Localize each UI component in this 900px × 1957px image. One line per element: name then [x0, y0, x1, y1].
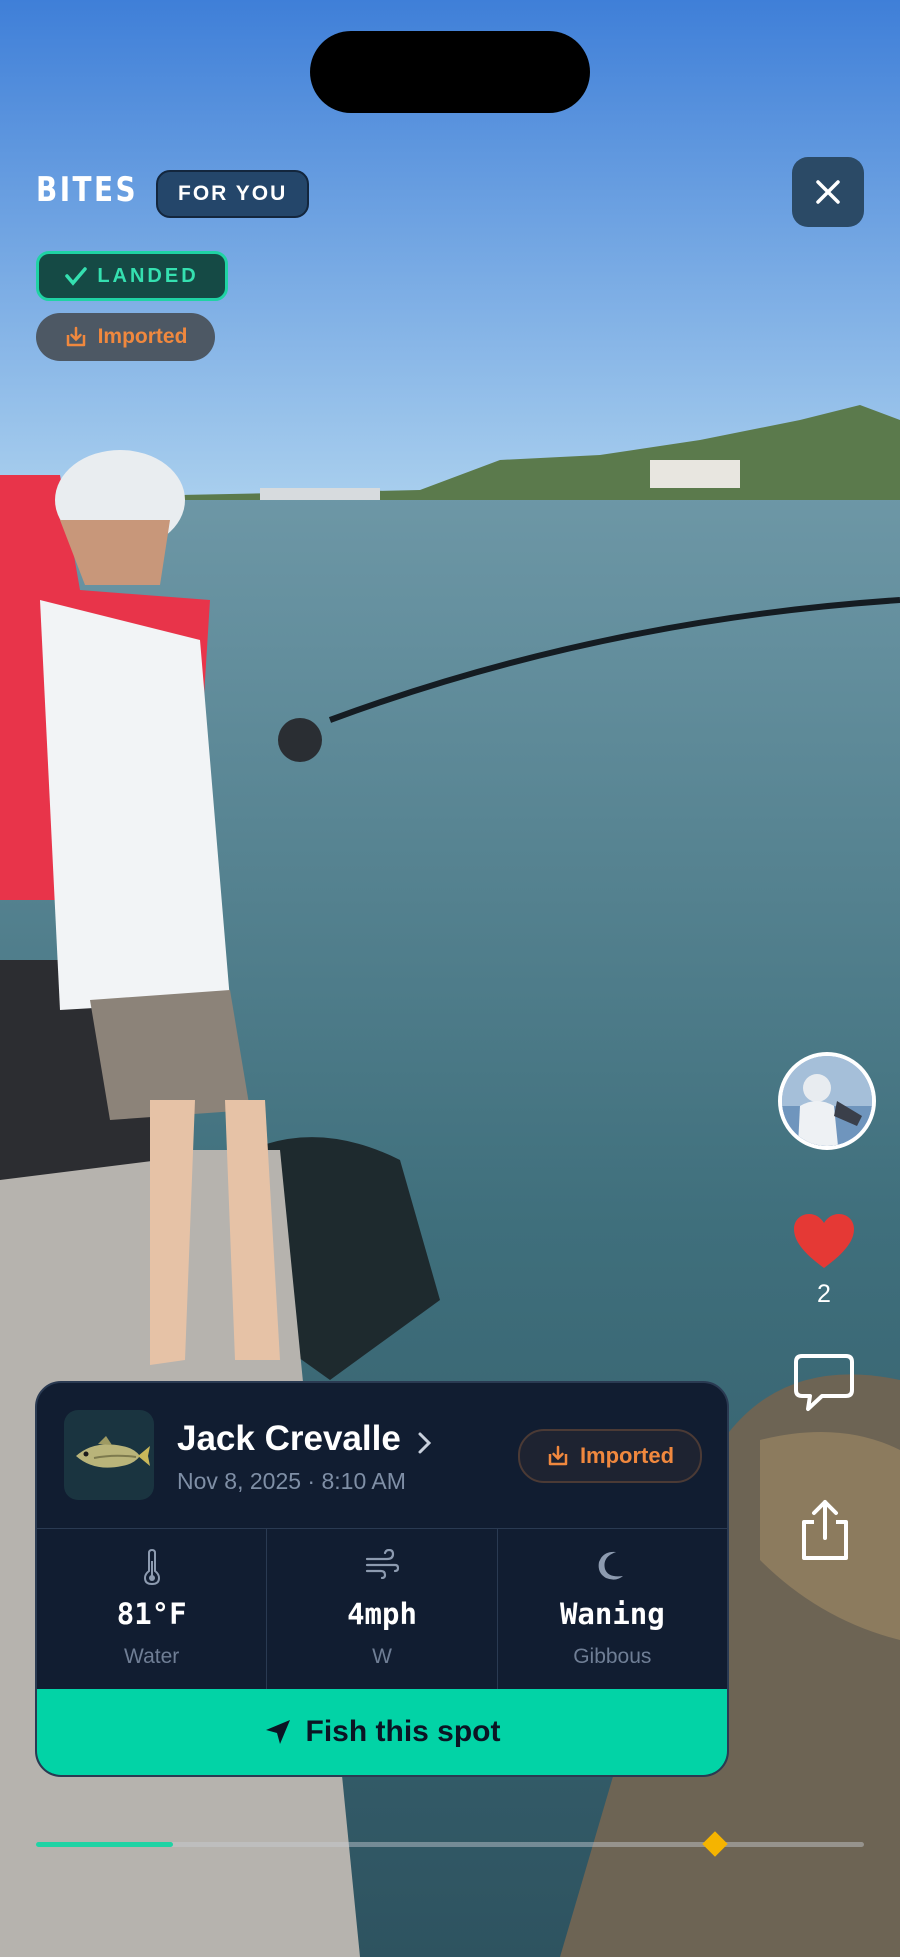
moon-icon: [598, 1551, 624, 1580]
landed-label: LANDED: [97, 264, 199, 287]
water-temp-value: 81°F: [116, 1597, 187, 1631]
comment-icon[interactable]: [792, 1352, 856, 1414]
close-icon: [816, 180, 840, 204]
camera-notch: [310, 31, 590, 113]
video-progress-fill: [36, 1842, 173, 1847]
moon-phase-value: Waning: [559, 1597, 665, 1631]
feed-tab-for-you[interactable]: FOR YOU: [156, 170, 310, 218]
checkmark-icon: [65, 267, 88, 286]
avatar-photo: [782, 1056, 872, 1146]
import-icon: [548, 1445, 568, 1466]
conditions-stats: 81°F Water 4mph W Waning Gibbous: [37, 1529, 727, 1689]
fish-this-spot-label: Fish this spot: [305, 1715, 501, 1748]
water-temp-label: Water: [124, 1645, 180, 1668]
catch-imported-badge: Imported: [518, 1429, 702, 1483]
like-count: 2: [817, 1280, 831, 1308]
heart-icon[interactable]: [792, 1212, 856, 1272]
share-icon[interactable]: [796, 1498, 854, 1562]
catch-datetime: Nov 8, 2025 · 8:10 AM: [177, 1468, 406, 1494]
video-progress-bar[interactable]: [36, 1842, 864, 1847]
fish-icon: [76, 1436, 150, 1468]
wind-icon: [365, 1549, 399, 1579]
wind-stat: 4mph W: [266, 1529, 496, 1689]
species-thumbnail: [64, 1410, 154, 1500]
import-icon: [66, 326, 85, 347]
thermometer-icon: [143, 1549, 160, 1585]
fish-this-spot-button[interactable]: Fish this spot: [37, 1689, 727, 1775]
catch-card: Jack Crevalle Nov 8, 2025 · 8:10 AM Impo…: [35, 1381, 729, 1777]
close-button[interactable]: [792, 157, 864, 227]
app-logo: BITES: [36, 170, 139, 210]
user-avatar[interactable]: [778, 1052, 876, 1150]
wind-direction-label: W: [372, 1645, 392, 1668]
navigation-arrow-icon: [265, 1720, 290, 1744]
moon-phase-label: Gibbous: [573, 1645, 652, 1668]
chevron-right-icon: [418, 1432, 432, 1454]
landed-badge: LANDED: [36, 251, 228, 301]
moon-stat: Waning Gibbous: [496, 1529, 727, 1689]
catch-imported-label: Imported: [579, 1443, 675, 1468]
water-temp-stat: 81°F Water: [37, 1529, 266, 1689]
imported-badge: Imported: [36, 313, 215, 361]
species-name: Jack Crevalle: [177, 1419, 401, 1458]
catch-header[interactable]: Jack Crevalle Nov 8, 2025 · 8:10 AM Impo…: [37, 1383, 727, 1529]
wind-speed-value: 4mph: [347, 1597, 417, 1631]
imported-label: Imported: [97, 325, 188, 348]
